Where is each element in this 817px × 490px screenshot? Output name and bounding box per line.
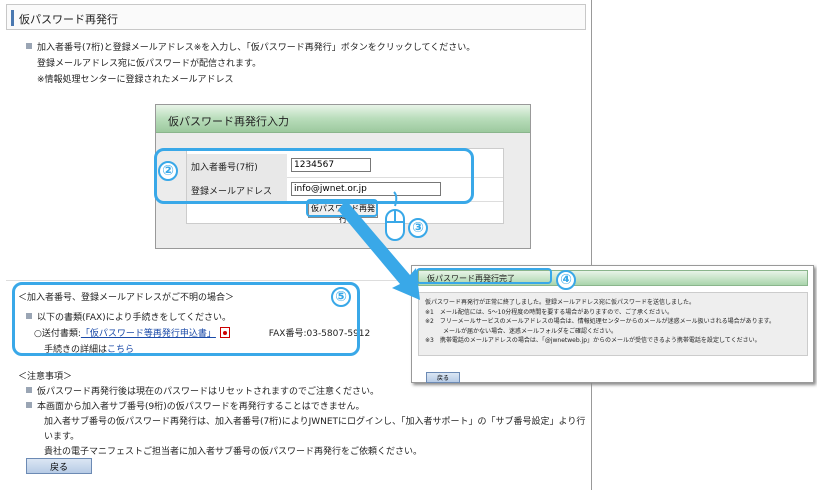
arrow-icon xyxy=(338,200,420,300)
annotation-overlay xyxy=(338,191,420,300)
mouse-icon xyxy=(385,191,405,241)
